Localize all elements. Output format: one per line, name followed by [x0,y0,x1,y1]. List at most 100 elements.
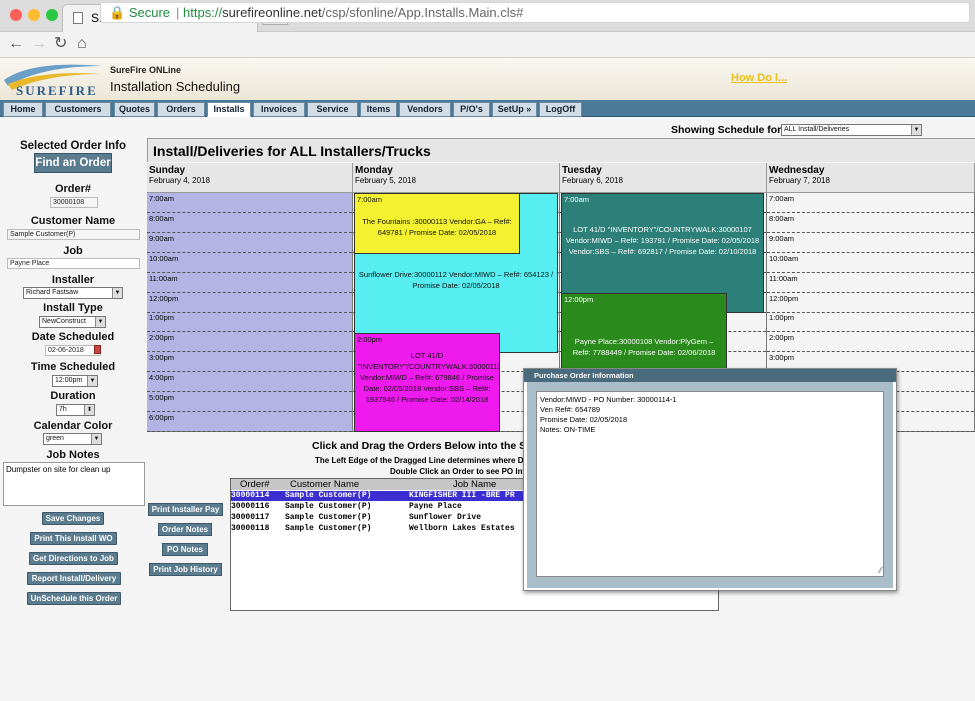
installer-select[interactable]: Richard Fastsaw ▼ [23,287,123,299]
url-host: surefireonline.net [222,5,322,20]
close-window-icon[interactable] [10,9,22,21]
back-icon[interactable]: ← [8,35,24,53]
time-scheduled-select[interactable]: 12:00pm ▼ [52,375,98,387]
hour-slot[interactable]: 7:00am [767,193,974,213]
hour-slot[interactable]: 12:00pm [147,293,352,313]
address-bar-row: ← → ↻ ⌂ [0,32,975,58]
duration-select[interactable]: 7h ⬍ [56,404,95,416]
nav-tab-quotes[interactable]: Quotes [114,102,155,117]
duration-label: Duration [50,390,96,402]
cell-order: 30000116 [231,502,270,511]
chevron-down-icon: ▼ [112,288,122,298]
hour-slot[interactable]: 2:00pm [767,332,974,353]
resize-handle-icon[interactable]: ⁄⁄ [879,566,882,576]
report-install-deliverybutton[interactable]: Report Install/Delivery [27,572,121,585]
nav-tab-service[interactable]: Service [307,102,358,117]
nav-tab-customers[interactable]: Customers [45,102,111,117]
job-field[interactable]: Payne Place [7,258,140,269]
page-icon [73,12,83,24]
schedule-filter-select[interactable]: ALL Install/Deliveries ▼ [781,124,922,136]
calendar-color-select[interactable]: green ▼ [43,433,102,445]
url-input[interactable]: 🔒 Secure | https://surefireonline.net/csp… [100,2,970,23]
calendar-color-label: Calendar Color [33,420,113,432]
hour-slot[interactable]: 12:00pm [767,293,974,313]
home-icon[interactable]: ⌂ [77,35,87,53]
hour-slot[interactable]: 11:00am [767,273,974,293]
day-header-monday: Monday February 5, 2018 [353,163,560,193]
calendar-title: Install/Deliveries for ALL Installers/Tr… [153,143,431,159]
print-this-install-wobutton[interactable]: Print This Install WO [30,532,117,545]
get-directions-to-jobbutton[interactable]: Get Directions to Job [29,552,118,565]
po-vendor-line: Vendor:MIWD - PO Number: 30000114-1 [540,395,677,404]
nav-tab-invoices[interactable]: Invoices [253,102,305,117]
nav-tab-logoff[interactable]: LogOff [539,102,582,117]
table-row[interactable]: 30000118 Sample Customer(P) Wellborn Lakes… [231,524,526,534]
print-installer-paybutton[interactable]: Print Installer Pay [148,503,223,516]
hour-slot[interactable]: 10:00am [147,253,352,273]
nav-tab-orders[interactable]: Orders [157,102,205,117]
hour-slot[interactable]: 4:00pm [147,372,352,393]
day-name: Sunday [149,165,186,176]
nav-tab-installs[interactable]: Installs [207,102,251,117]
find-order-button[interactable]: Find an Order [34,153,112,173]
customer-name-field[interactable]: Sample Customer(P) [7,229,140,240]
hour-slot[interactable]: 7:00am [147,193,352,213]
minimize-window-icon[interactable] [28,9,40,21]
table-row[interactable]: 30000116 Sample Customer(P) Payne Place [231,502,526,512]
install-type-select[interactable]: NewConstruct ▼ [39,316,106,328]
event-mon-fountains[interactable]: 7:00am The Fountains :30000113 Vendor:GA … [354,193,520,254]
save-changesbutton[interactable]: Save Changes [42,512,104,525]
chevron-down-icon: ▼ [911,125,921,135]
selected-order-heading: Selected Order Info [19,140,127,152]
customer-name-label: Customer Name [30,215,116,227]
job-notes-textarea[interactable]: Dumpster on site for clean up [3,462,145,506]
nav-tab-home[interactable]: Home [3,102,43,117]
order-number-field[interactable]: 30000108 [50,197,98,208]
cell-customer: Sample Customer(P) [285,513,372,522]
order-notesbutton[interactable]: Order Notes [158,523,212,536]
po-info-textarea[interactable]: Vendor:MIWD - PO Number: 30000114-1 Ven … [536,391,884,577]
popup-title[interactable]: Purchase Order Information [524,369,896,382]
day-name: Monday [355,165,393,176]
table-row[interactable]: 30000117 Sample Customer(P) Sunflower Driv… [231,513,526,523]
hour-slot[interactable]: 1:00pm [147,312,352,333]
day-date: February 4, 2018 [149,176,210,185]
hour-slot[interactable]: 8:00am [767,213,974,233]
installer-value: Richard Fastsaw [26,289,79,296]
po-ref-line: Ven Ref#: 654789 [540,405,601,414]
drag-instructions-line2: Double Click an Order to see PO Inf [390,467,526,476]
po-notesbutton[interactable]: PO Notes [162,543,208,556]
hour-slot[interactable]: 11:00am [147,273,352,293]
hour-slot[interactable]: 1:00pm [767,312,974,333]
hour-slot[interactable]: 2:00pm [147,332,352,353]
how-do-i-link[interactable]: How Do I... [731,72,787,84]
install-type-label: Install Type [43,302,103,314]
nav-tab-vendors[interactable]: Vendors [399,102,451,117]
event-time: 7:00am [564,195,590,204]
hour-slot[interactable]: 6:00pm [147,412,352,432]
hour-slot[interactable]: 9:00am [147,233,352,253]
nav-tab-setup[interactable]: SetUp » [492,102,537,117]
time-scheduled-label: Time Scheduled [30,361,116,373]
calendar-icon[interactable] [94,345,101,354]
event-mon-lot41[interactable]: 2:00pm LOT 41/D "INVENTORY"/COUNTRYWALK:3… [354,333,500,432]
nav-tab-pos[interactable]: P/O's [453,102,490,117]
nav-tab-items[interactable]: Items [360,102,397,117]
maximize-window-icon[interactable] [46,9,58,21]
hour-slot[interactable]: 9:00am [767,233,974,253]
unschedule-this-orderbutton[interactable]: UnSchedule this Order [27,592,121,605]
cell-order: 30000118 [231,524,270,533]
reload-icon[interactable]: ↻ [54,35,67,53]
hour-slot[interactable]: 8:00am [147,213,352,233]
url-path: /csp/sfonline/App.Installs.Main.cls# [321,5,524,20]
duration-value: 7h [59,406,67,413]
date-scheduled-field[interactable]: 02-06-2018 [45,345,101,356]
surefire-logo: SUREFIRE [4,64,102,98]
forward-icon[interactable]: → [31,35,47,53]
hour-slot[interactable]: 5:00pm [147,392,352,412]
print-job-historybutton[interactable]: Print Job History [149,563,222,576]
table-row[interactable]: 30000114 Sample Customer(P) KINGFISHER III… [231,491,526,501]
hour-slot[interactable]: 10:00am [767,253,974,273]
cell-job: KINGFISHER III -BRE PR [409,491,515,500]
hour-slot[interactable]: 3:00pm [147,352,352,373]
